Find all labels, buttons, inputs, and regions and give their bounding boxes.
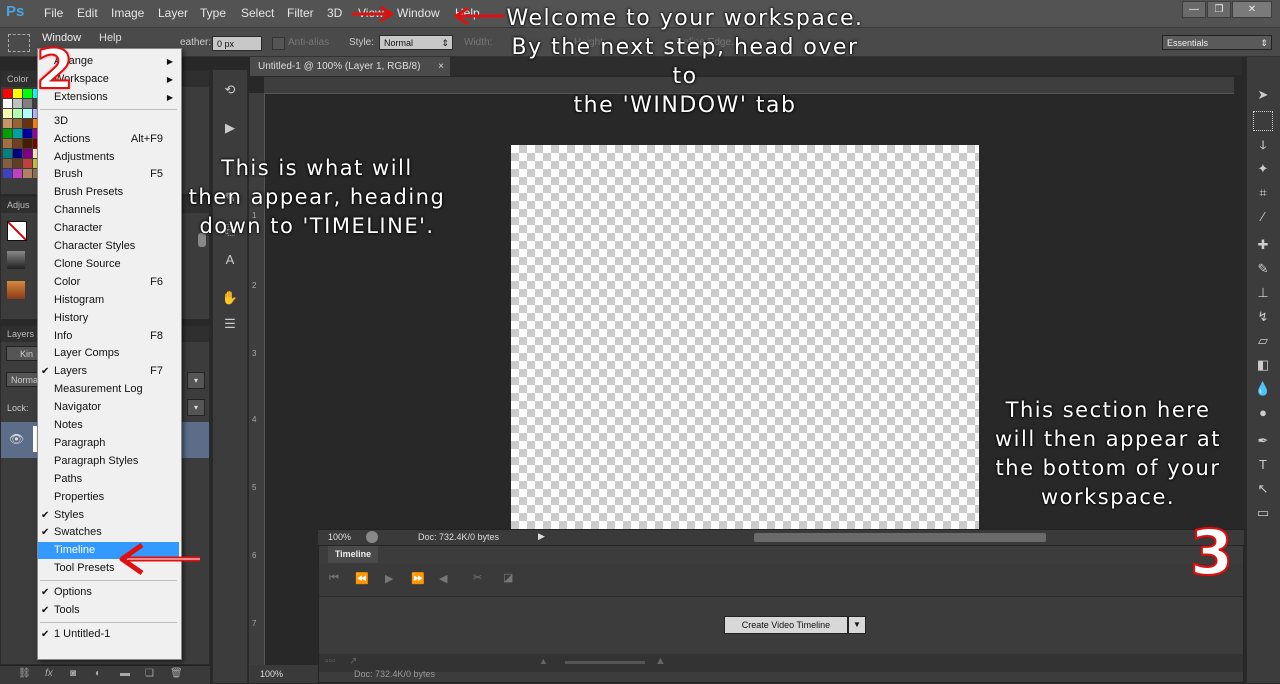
arrow-to-window-menu-icon [352, 5, 505, 26]
annotation-arrows [119, 5, 505, 576]
arrow-to-timeline-icon [119, 542, 200, 576]
